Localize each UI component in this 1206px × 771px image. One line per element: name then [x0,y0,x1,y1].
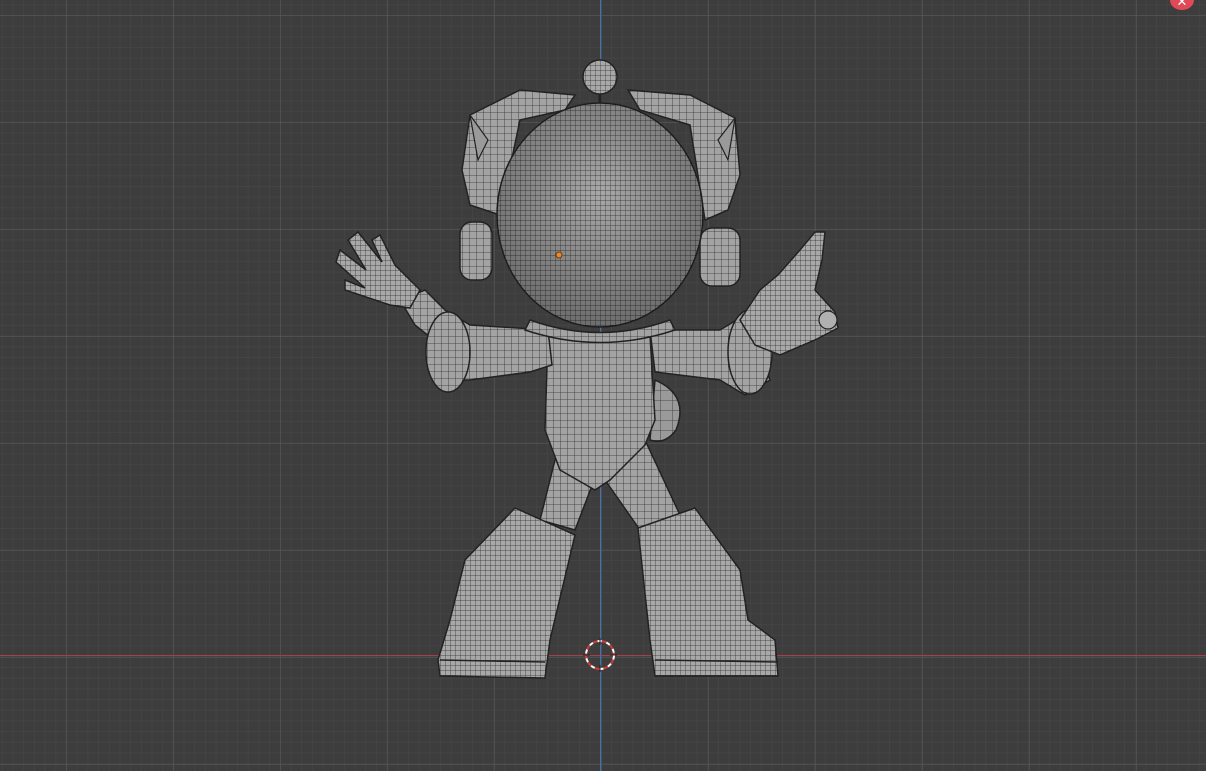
character-model[interactable] [0,0,1206,771]
origin-dot-icon [555,251,563,259]
left-cuff [425,311,471,393]
right-hand [739,231,839,356]
right-headphone [699,227,741,287]
3d-viewport[interactable]: ✕ [0,0,1206,771]
right-boot [637,507,779,677]
3d-cursor-icon [583,638,617,672]
left-arm [398,289,553,381]
left-boot [437,507,576,679]
left-headphone [459,221,493,281]
right-thumb-tip [818,310,838,330]
left-hand [335,230,421,309]
antenna-ball [582,59,618,95]
